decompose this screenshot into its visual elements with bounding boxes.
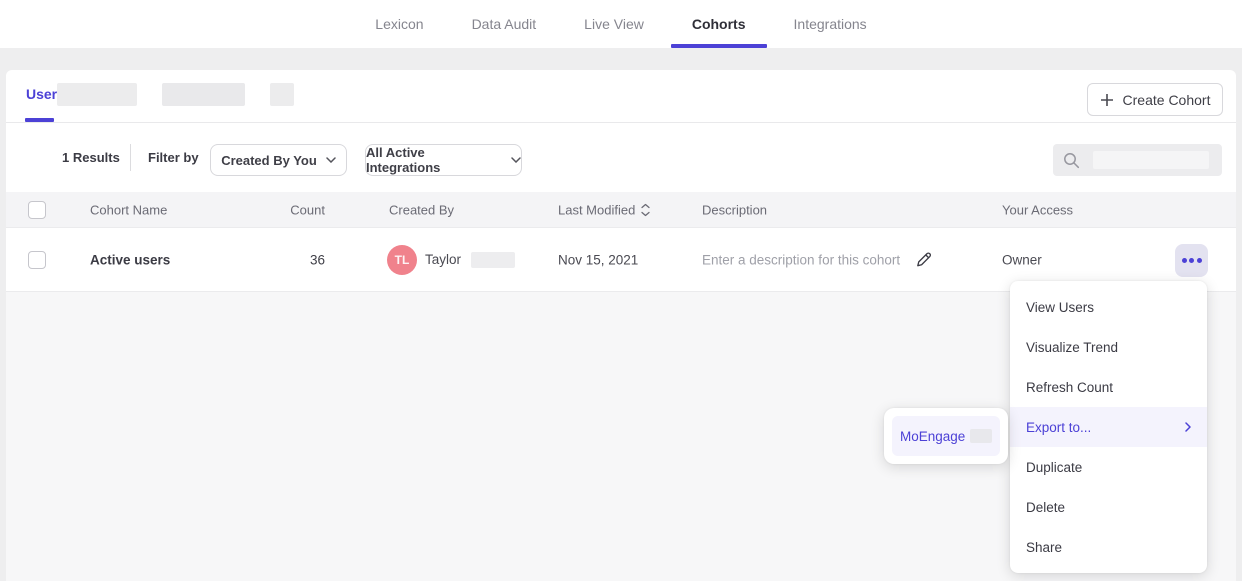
active-tab-underline	[671, 44, 767, 48]
integrations-dropdown[interactable]: All Active Integrations	[365, 144, 522, 176]
access-value: Owner	[1002, 252, 1042, 267]
menu-item-visualize-trend[interactable]: Visualize Trend	[1010, 327, 1207, 367]
results-count: 1 Results	[62, 150, 120, 165]
search-icon	[1063, 152, 1080, 169]
last-modified-date: Nov 15, 2021	[558, 252, 638, 267]
tab-cohorts[interactable]: Cohorts	[690, 0, 748, 48]
more-options-button[interactable]	[1175, 244, 1208, 277]
header-cohort-name: Cohort Name	[90, 202, 167, 217]
menu-item-view-users[interactable]: View Users	[1010, 287, 1207, 327]
cohort-name-link[interactable]: Active users	[90, 252, 170, 267]
row-checkbox[interactable]	[28, 251, 46, 269]
export-submenu: MoEngage	[884, 408, 1008, 464]
table-header: Cohort Name Count Created By Last Modifi…	[6, 192, 1236, 228]
edit-pencil-icon[interactable]	[914, 250, 933, 269]
description-input[interactable]: Enter a description for this cohort	[702, 252, 900, 267]
tab-data-audit-label: Data Audit	[472, 16, 537, 32]
top-nav: Lexicon Data Audit Live View Cohorts Int…	[0, 0, 1242, 48]
menu-item-export-to[interactable]: Export to...	[1010, 407, 1207, 447]
sort-icon[interactable]	[641, 203, 650, 216]
dot	[1197, 258, 1202, 263]
select-all-checkbox[interactable]	[28, 201, 46, 219]
submenu-item-moengage[interactable]: MoEngage	[892, 416, 1000, 456]
tab-integrations-label: Integrations	[794, 16, 867, 32]
dot	[1182, 258, 1187, 263]
creator-name: Taylor	[425, 252, 461, 267]
header-description: Description	[702, 202, 767, 217]
chevron-down-icon	[511, 157, 521, 163]
dot	[1189, 258, 1194, 263]
tab-live-view[interactable]: Live View	[582, 0, 646, 48]
menu-item-label: Refresh Count	[1026, 380, 1113, 395]
menu-item-label: Delete	[1026, 500, 1065, 515]
integrations-dropdown-value: All Active Integrations	[366, 145, 502, 175]
menu-item-label: View Users	[1026, 300, 1094, 315]
tab-lexicon[interactable]: Lexicon	[373, 0, 425, 48]
redacted-search-text	[1093, 151, 1209, 169]
user-tab-underline	[25, 118, 54, 122]
menu-item-share[interactable]: Share	[1010, 527, 1207, 567]
create-cohort-label: Create Cohort	[1123, 92, 1211, 108]
header-last-modified[interactable]: Last Modified	[558, 202, 650, 217]
header-your-access: Your Access	[1002, 202, 1073, 217]
tab-user-cohorts[interactable]: User	[26, 86, 57, 102]
filter-by-label: Filter by	[148, 150, 199, 165]
menu-item-label: Visualize Trend	[1026, 340, 1118, 355]
tab-data-audit[interactable]: Data Audit	[470, 0, 539, 48]
menu-item-label: Export to...	[1026, 420, 1091, 435]
cohort-type-tabbar: User Create Cohort	[6, 70, 1236, 123]
redacted-submenu-text	[970, 429, 992, 443]
redacted-tab[interactable]	[162, 83, 245, 106]
redacted-tab[interactable]	[270, 83, 294, 106]
chevron-down-icon	[326, 157, 336, 163]
submenu-item-label: MoEngage	[900, 429, 965, 444]
menu-item-refresh-count[interactable]: Refresh Count	[1010, 367, 1207, 407]
redacted-tab[interactable]	[57, 83, 137, 106]
create-cohort-button[interactable]: Create Cohort	[1087, 83, 1223, 116]
tab-integrations[interactable]: Integrations	[792, 0, 869, 48]
divider	[130, 144, 131, 171]
search-input[interactable]	[1053, 144, 1222, 176]
created-by-dropdown[interactable]: Created By You	[210, 144, 347, 176]
description-cell: Enter a description for this cohort	[702, 250, 933, 269]
created-by-dropdown-value: Created By You	[221, 153, 317, 168]
menu-item-label: Share	[1026, 540, 1062, 555]
chevron-right-icon	[1185, 422, 1191, 432]
cohort-count: 36	[226, 252, 325, 267]
tab-live-view-label: Live View	[584, 16, 644, 32]
header-created-by: Created By	[389, 202, 454, 217]
cohort-context-menu: View Users Visualize Trend Refresh Count…	[1010, 281, 1207, 573]
menu-item-duplicate[interactable]: Duplicate	[1010, 447, 1207, 487]
menu-item-delete[interactable]: Delete	[1010, 487, 1207, 527]
filter-bar: 1 Results Filter by Created By You All A…	[6, 123, 1236, 192]
menu-item-label: Duplicate	[1026, 460, 1082, 475]
header-last-modified-label: Last Modified	[558, 202, 635, 217]
tab-lexicon-label: Lexicon	[375, 16, 423, 32]
redacted-last-name	[471, 252, 515, 268]
created-by-cell: TL Taylor	[387, 245, 515, 275]
tab-cohorts-label: Cohorts	[692, 16, 746, 32]
avatar: TL	[387, 245, 417, 275]
plus-icon	[1100, 93, 1114, 107]
header-count: Count	[226, 202, 325, 217]
